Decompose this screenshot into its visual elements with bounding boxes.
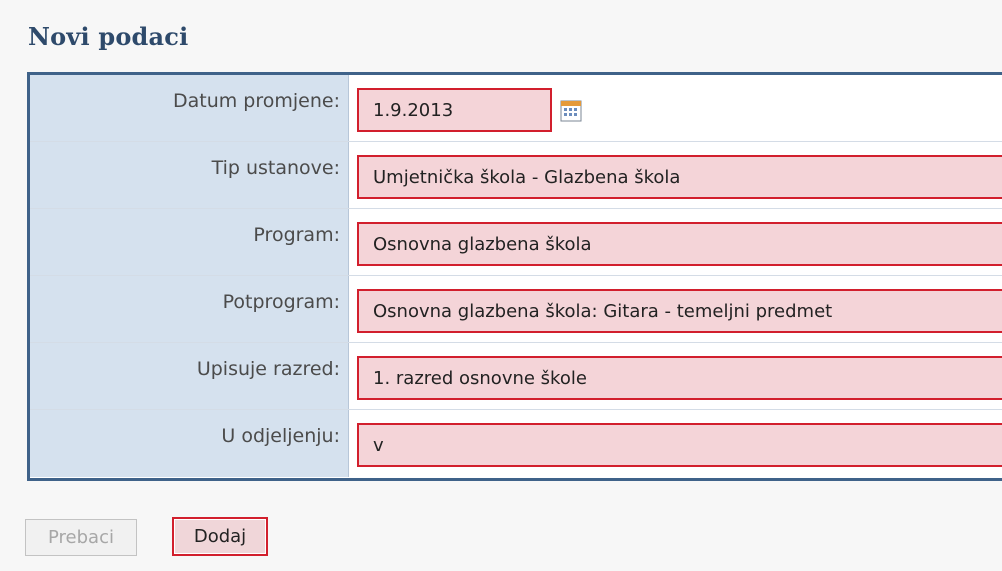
program-label: Program: <box>253 224 340 246</box>
prebaci-button[interactable]: Prebaci <box>25 519 137 556</box>
row-program: Program: Osnovna glazbena škola <box>30 209 1002 276</box>
label-cell: Potprogram: <box>30 276 349 342</box>
u-odjeljenju-label: U odjeljenju: <box>221 425 340 447</box>
program-select[interactable]: Osnovna glazbena škola <box>357 222 1002 266</box>
row-upisuje-razred: Upisuje razred: 1. razred osnovne škole <box>30 343 1002 410</box>
dodaj-button[interactable]: Dodaj <box>172 517 268 556</box>
potprogram-label: Potprogram: <box>222 291 340 313</box>
upisuje-razred-select[interactable]: 1. razred osnovne škole <box>357 356 1002 400</box>
upisuje-razred-label: Upisuje razred: <box>196 358 340 380</box>
potprogram-select[interactable]: Osnovna glazbena škola: Gitara - temeljn… <box>357 289 1002 333</box>
datum-promjene-label: Datum promjene: <box>172 90 340 112</box>
label-cell: Upisuje razred: <box>30 343 349 409</box>
u-odjeljenju-select[interactable]: v <box>357 423 1002 467</box>
label-cell: Program: <box>30 209 349 275</box>
label-cell: U odjeljenju: <box>30 410 349 477</box>
row-tip-ustanove: Tip ustanove: Umjetnička škola - Glazben… <box>30 142 1002 209</box>
section-title: Novi podaci <box>28 22 189 51</box>
tip-ustanove-select[interactable]: Umjetnička škola - Glazbena škola <box>357 155 1002 199</box>
datum-promjene-input[interactable]: 1.9.2013 <box>357 88 552 132</box>
new-data-form: Datum promjene: 1.9.2013 Tip ustanove: U… <box>27 72 1002 481</box>
label-cell: Datum promjene: <box>30 75 349 141</box>
row-potprogram: Potprogram: Osnovna glazbena škola: Gita… <box>30 276 1002 343</box>
label-cell: Tip ustanove: <box>30 142 349 208</box>
tip-ustanove-label: Tip ustanove: <box>211 157 340 179</box>
row-datum-promjene: Datum promjene: 1.9.2013 <box>30 75 1002 142</box>
calendar-icon[interactable] <box>560 100 582 122</box>
row-u-odjeljenju: U odjeljenju: v <box>30 410 1002 477</box>
